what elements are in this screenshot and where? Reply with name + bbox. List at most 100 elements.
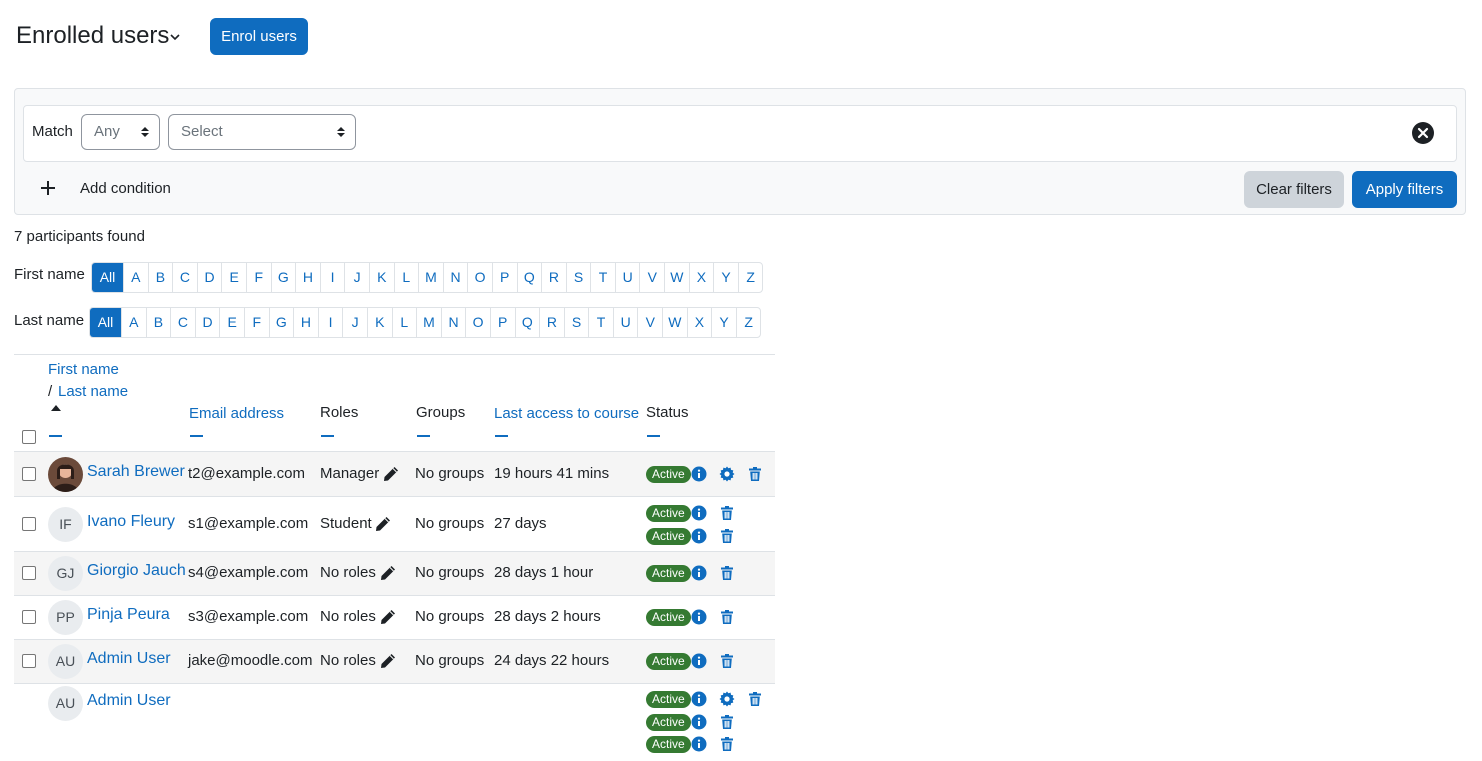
row-select-checkbox[interactable] — [22, 466, 36, 481]
sort-last-access-link[interactable]: Last access to course — [494, 403, 639, 425]
last-name-initial-g[interactable]: G — [268, 308, 294, 337]
user-name-link[interactable]: Admin User — [87, 648, 171, 670]
first-name-initial-x[interactable]: X — [688, 263, 714, 292]
info-icon[interactable] — [691, 736, 707, 752]
edit-roles-pencil-icon[interactable] — [380, 609, 396, 625]
remove-condition-icon[interactable] — [1411, 121, 1435, 145]
last-name-initial-y[interactable]: Y — [711, 308, 736, 337]
user-name-link[interactable]: Giorgio Jauch — [87, 560, 186, 582]
info-icon[interactable] — [691, 505, 707, 521]
last-name-initial-l[interactable]: L — [391, 308, 417, 337]
collapse-last-access-column-icon[interactable] — [495, 435, 508, 437]
first-name-initial-b[interactable]: B — [147, 263, 173, 292]
last-name-initial-c[interactable]: C — [170, 308, 195, 337]
trash-icon[interactable] — [747, 691, 763, 707]
last-name-initial-o[interactable]: O — [465, 308, 490, 337]
edit-roles-pencil-icon[interactable] — [383, 466, 399, 482]
sort-email-link[interactable]: Email address — [189, 403, 284, 425]
last-name-initial-d[interactable]: D — [194, 308, 220, 337]
first-name-initial-m[interactable]: M — [418, 263, 443, 292]
first-name-initial-g[interactable]: G — [270, 263, 296, 292]
info-icon[interactable] — [691, 653, 707, 669]
last-name-initial-x[interactable]: X — [686, 308, 712, 337]
row-select-checkbox[interactable] — [22, 566, 36, 580]
enrol-users-button[interactable]: Enrol users — [210, 18, 308, 55]
row-select-checkbox[interactable] — [22, 654, 36, 668]
first-name-initial-r[interactable]: R — [541, 263, 566, 292]
filter-field-select[interactable]: Select — [168, 114, 356, 150]
last-name-initial-i[interactable]: I — [317, 308, 343, 337]
first-name-initial-c[interactable]: C — [172, 263, 197, 292]
last-name-initial-f[interactable]: F — [243, 308, 269, 337]
first-name-initial-u[interactable]: U — [614, 263, 640, 292]
first-name-initial-n[interactable]: N — [442, 263, 468, 292]
trash-icon[interactable] — [719, 714, 735, 730]
match-select[interactable]: Any — [81, 114, 160, 150]
first-name-initial-v[interactable]: V — [639, 263, 664, 292]
edit-roles-pencil-icon[interactable] — [380, 653, 396, 669]
edit-roles-pencil-icon[interactable] — [380, 565, 396, 581]
gear-icon[interactable] — [719, 466, 735, 482]
collapse-groups-column-icon[interactable] — [417, 435, 430, 437]
add-condition-button[interactable]: Add condition — [80, 179, 171, 199]
user-name-link[interactable]: Sarah Brewer — [87, 461, 185, 483]
last-name-initial-a[interactable]: A — [121, 308, 146, 337]
last-name-initial-u[interactable]: U — [612, 308, 638, 337]
info-icon[interactable] — [691, 528, 707, 544]
first-name-initial-k[interactable]: K — [368, 263, 394, 292]
first-name-initial-p[interactable]: P — [491, 263, 517, 292]
gear-icon[interactable] — [719, 691, 735, 707]
trash-icon[interactable] — [719, 609, 735, 625]
apply-filters-button[interactable]: Apply filters — [1352, 171, 1457, 208]
first-name-initial-q[interactable]: Q — [516, 263, 542, 292]
user-name-link[interactable]: Admin User — [87, 690, 171, 712]
first-name-initial-i[interactable]: I — [319, 263, 345, 292]
first-name-initial-o[interactable]: O — [467, 263, 492, 292]
last-name-initial-p[interactable]: P — [489, 308, 515, 337]
row-select-checkbox[interactable] — [22, 610, 36, 624]
last-name-initial-s[interactable]: S — [563, 308, 589, 337]
sort-last-name-link[interactable]: Last name — [58, 381, 128, 403]
first-name-initial-f[interactable]: F — [245, 263, 271, 292]
user-name-link[interactable]: Pinja Peura — [87, 604, 170, 626]
collapse-status-column-icon[interactable] — [647, 435, 660, 437]
row-select-checkbox[interactable] — [22, 517, 36, 531]
first-name-initial-d[interactable]: D — [196, 263, 222, 292]
plus-icon[interactable] — [38, 178, 58, 198]
select-all-checkbox[interactable] — [22, 430, 36, 444]
info-icon[interactable] — [691, 691, 707, 707]
last-name-initial-k[interactable]: K — [366, 308, 392, 337]
user-name-link[interactable]: Ivano Fleury — [87, 511, 175, 533]
first-name-initial-a[interactable]: A — [123, 263, 148, 292]
info-icon[interactable] — [691, 565, 707, 581]
first-name-initial-h[interactable]: H — [295, 263, 320, 292]
last-name-initial-e[interactable]: E — [219, 308, 244, 337]
sort-first-name-link[interactable]: First name — [48, 359, 119, 381]
collapse-name-column-icon[interactable] — [49, 435, 62, 437]
edit-roles-pencil-icon[interactable] — [375, 516, 391, 532]
trash-icon[interactable] — [719, 736, 735, 752]
first-name-initial-w[interactable]: W — [664, 263, 689, 292]
trash-icon[interactable] — [719, 565, 735, 581]
first-name-initial-j[interactable]: J — [344, 263, 369, 292]
first-name-initial-s[interactable]: S — [565, 263, 591, 292]
last-name-initial-n[interactable]: N — [440, 308, 466, 337]
last-name-initial-j[interactable]: J — [342, 308, 367, 337]
last-name-initial-all[interactable]: All — [90, 308, 121, 337]
last-name-initial-m[interactable]: M — [416, 308, 441, 337]
last-name-initial-q[interactable]: Q — [514, 308, 540, 337]
first-name-initial-l[interactable]: L — [393, 263, 419, 292]
last-name-initial-z[interactable]: Z — [735, 308, 761, 337]
first-name-initial-y[interactable]: Y — [713, 263, 738, 292]
last-name-initial-r[interactable]: R — [539, 308, 564, 337]
trash-icon[interactable] — [747, 466, 763, 482]
first-name-initial-z[interactable]: Z — [737, 263, 763, 292]
clear-filters-button[interactable]: Clear filters — [1244, 171, 1344, 208]
trash-icon[interactable] — [719, 653, 735, 669]
first-name-initial-t[interactable]: T — [590, 263, 615, 292]
trash-icon[interactable] — [719, 505, 735, 521]
last-name-initial-h[interactable]: H — [293, 308, 318, 337]
first-name-initial-all[interactable]: All — [92, 263, 123, 292]
info-icon[interactable] — [691, 714, 707, 730]
last-name-initial-v[interactable]: V — [637, 308, 662, 337]
